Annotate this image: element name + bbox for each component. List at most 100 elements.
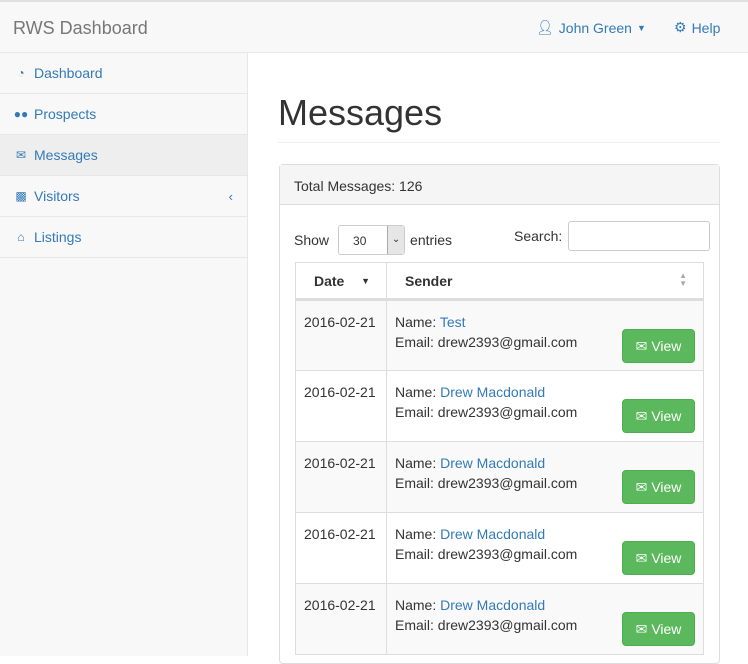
length-control: Show 30 ⌄ entries <box>294 225 452 255</box>
table-row: 2016-02-21 Name: Drew Macdonald Email: d… <box>295 441 704 513</box>
envelope-icon: ✉︎ <box>635 550 648 566</box>
date-cell: 2016-02-21 <box>295 512 387 584</box>
email-label: Email: <box>395 404 434 420</box>
search-label: Search: <box>514 228 563 244</box>
sender-email: drew2393@gmail.com <box>437 334 578 350</box>
sender-name-link[interactable]: Drew Macdonald <box>440 526 545 542</box>
help-label: Help <box>691 19 721 36</box>
user-menu[interactable]: 👤︎ John Green ▼ <box>536 19 646 36</box>
search-control: Search: <box>514 221 711 251</box>
envelope-icon: ✉︎ <box>635 338 648 354</box>
date-cell: 2016-02-21 <box>295 583 387 655</box>
messages-panel: Total Messages: 126 Show 30 ⌄ entries Sea… <box>279 164 720 664</box>
sidebar-item-label: Prospects <box>34 106 97 122</box>
envelope-icon: ✉︎ <box>635 621 648 637</box>
sender-cell: Name: Drew Macdonald Email: drew2393@gma… <box>386 512 704 584</box>
table-row: 2016-02-21 Name: Drew Macdonald Email: d… <box>295 583 704 655</box>
bar-chart-icon: ▩ <box>15 189 27 203</box>
divider <box>278 142 720 143</box>
sort-both-icon: ▲ ▼ <box>679 271 687 288</box>
entries-label: entries <box>410 232 453 248</box>
envelope-icon: ✉︎ <box>635 479 648 495</box>
view-label: View <box>651 338 682 354</box>
total-messages: Total Messages: 126 <box>280 165 719 205</box>
column-sender[interactable]: Sender ▲ ▼ <box>386 262 704 301</box>
envelope-icon: ✉︎ <box>15 148 27 162</box>
entries-select[interactable]: 30 ⌄ <box>338 225 406 255</box>
home-icon: ⌂ <box>17 230 25 244</box>
email-label: Email: <box>395 546 434 562</box>
sender-name-link[interactable]: Drew Macdonald <box>440 455 545 471</box>
sender-name-link[interactable]: Drew Macdonald <box>440 597 545 613</box>
search-input[interactable] <box>568 221 711 251</box>
entries-value: 30 <box>353 234 367 248</box>
sender-cell: Name: Drew Macdonald Email: drew2393@gma… <box>386 441 704 513</box>
brand[interactable]: RWS Dashboard <box>13 18 148 39</box>
chevron-left-icon[interactable]: ‹ <box>229 189 233 204</box>
dashboard-icon: ◔ <box>17 66 25 80</box>
view-button[interactable]: ✉︎ View <box>622 399 695 433</box>
show-label: Show <box>294 232 330 248</box>
sidebar-item-prospects[interactable]: ●● Prospects <box>0 94 247 135</box>
sender-email: drew2393@gmail.com <box>437 475 578 491</box>
view-label: View <box>651 621 682 637</box>
sidebar-item-label: Listings <box>34 229 82 245</box>
user-name: John Green <box>558 19 632 36</box>
sidebar-item-listings[interactable]: ⌂ Listings <box>0 217 247 258</box>
view-button[interactable]: ✉︎ View <box>622 541 695 575</box>
date-cell: 2016-02-21 <box>295 299 387 371</box>
sidebar: ◔ Dashboard ●● Prospects ✉︎ Messages ▩ Visit… <box>0 53 248 656</box>
page-title: Messages <box>278 92 443 133</box>
name-label: Name: <box>395 526 437 542</box>
message-date: 2016-02-21 <box>304 526 376 542</box>
column-date[interactable]: Date ▼ <box>295 262 387 301</box>
sidebar-item-messages[interactable]: ✉︎ Messages <box>0 135 247 176</box>
sender-name-link[interactable]: Drew Macdonald <box>440 384 545 400</box>
life-ring-icon: ⚙︎ <box>674 19 687 35</box>
sender-cell: Name: Test Email: drew2393@gmail.com ✉︎ V… <box>386 299 704 371</box>
users-icon: ●● <box>13 107 29 121</box>
column-date-label: Date <box>314 272 345 289</box>
table-row: 2016-02-21 Name: Drew Macdonald Email: d… <box>295 370 704 442</box>
name-label: Name: <box>395 455 437 471</box>
sender-name-link[interactable]: Test <box>440 314 466 330</box>
name-label: Name: <box>395 314 437 330</box>
name-label: Name: <box>395 384 437 400</box>
sidebar-item-dashboard[interactable]: ◔ Dashboard <box>0 53 247 94</box>
view-button[interactable]: ✉︎ View <box>622 470 695 504</box>
envelope-icon: ✉︎ <box>635 408 648 424</box>
sidebar-item-label: Dashboard <box>34 65 103 81</box>
view-button[interactable]: ✉︎ View <box>622 612 695 646</box>
sidebar-item-label: Messages <box>34 147 98 163</box>
messages-table: Date ▼ Sender ▲ ▼ 2016-02-21 Name: Test Ema… <box>295 262 704 655</box>
sidebar-item-visitors[interactable]: ▩ Visitors ‹ <box>0 176 247 217</box>
chevron-down-icon: ⌄ <box>387 226 405 254</box>
email-label: Email: <box>395 475 434 491</box>
message-date: 2016-02-21 <box>304 597 376 613</box>
name-label: Name: <box>395 597 437 613</box>
top-navbar: RWS Dashboard 👤︎ John Green ▼ ⚙︎ Help <box>0 0 748 53</box>
table-row: 2016-02-21 Name: Test Email: drew2393@gm… <box>295 299 704 371</box>
email-label: Email: <box>395 334 434 350</box>
sort-desc-icon: ▼ <box>361 276 370 286</box>
view-label: View <box>651 550 682 566</box>
view-label: View <box>651 479 682 495</box>
view-button[interactable]: ✉︎ View <box>622 329 695 363</box>
sidebar-item-label: Visitors <box>34 188 80 204</box>
column-sender-label: Sender <box>405 272 453 289</box>
message-date: 2016-02-21 <box>304 384 376 400</box>
sender-email: drew2393@gmail.com <box>437 546 578 562</box>
sender-email: drew2393@gmail.com <box>437 404 578 420</box>
caret-down-icon: ▼ <box>636 22 646 33</box>
date-cell: 2016-02-21 <box>295 441 387 513</box>
date-cell: 2016-02-21 <box>295 370 387 442</box>
message-date: 2016-02-21 <box>304 314 376 330</box>
user-icon: 👤︎ <box>536 19 554 35</box>
view-label: View <box>651 408 682 424</box>
table-row: 2016-02-21 Name: Drew Macdonald Email: d… <box>295 512 704 584</box>
message-date: 2016-02-21 <box>304 455 376 471</box>
sender-cell: Name: Drew Macdonald Email: drew2393@gma… <box>386 370 704 442</box>
sender-cell: Name: Drew Macdonald Email: drew2393@gma… <box>386 583 704 655</box>
sender-email: drew2393@gmail.com <box>437 617 578 633</box>
help-link[interactable]: ⚙︎ Help <box>674 19 720 36</box>
